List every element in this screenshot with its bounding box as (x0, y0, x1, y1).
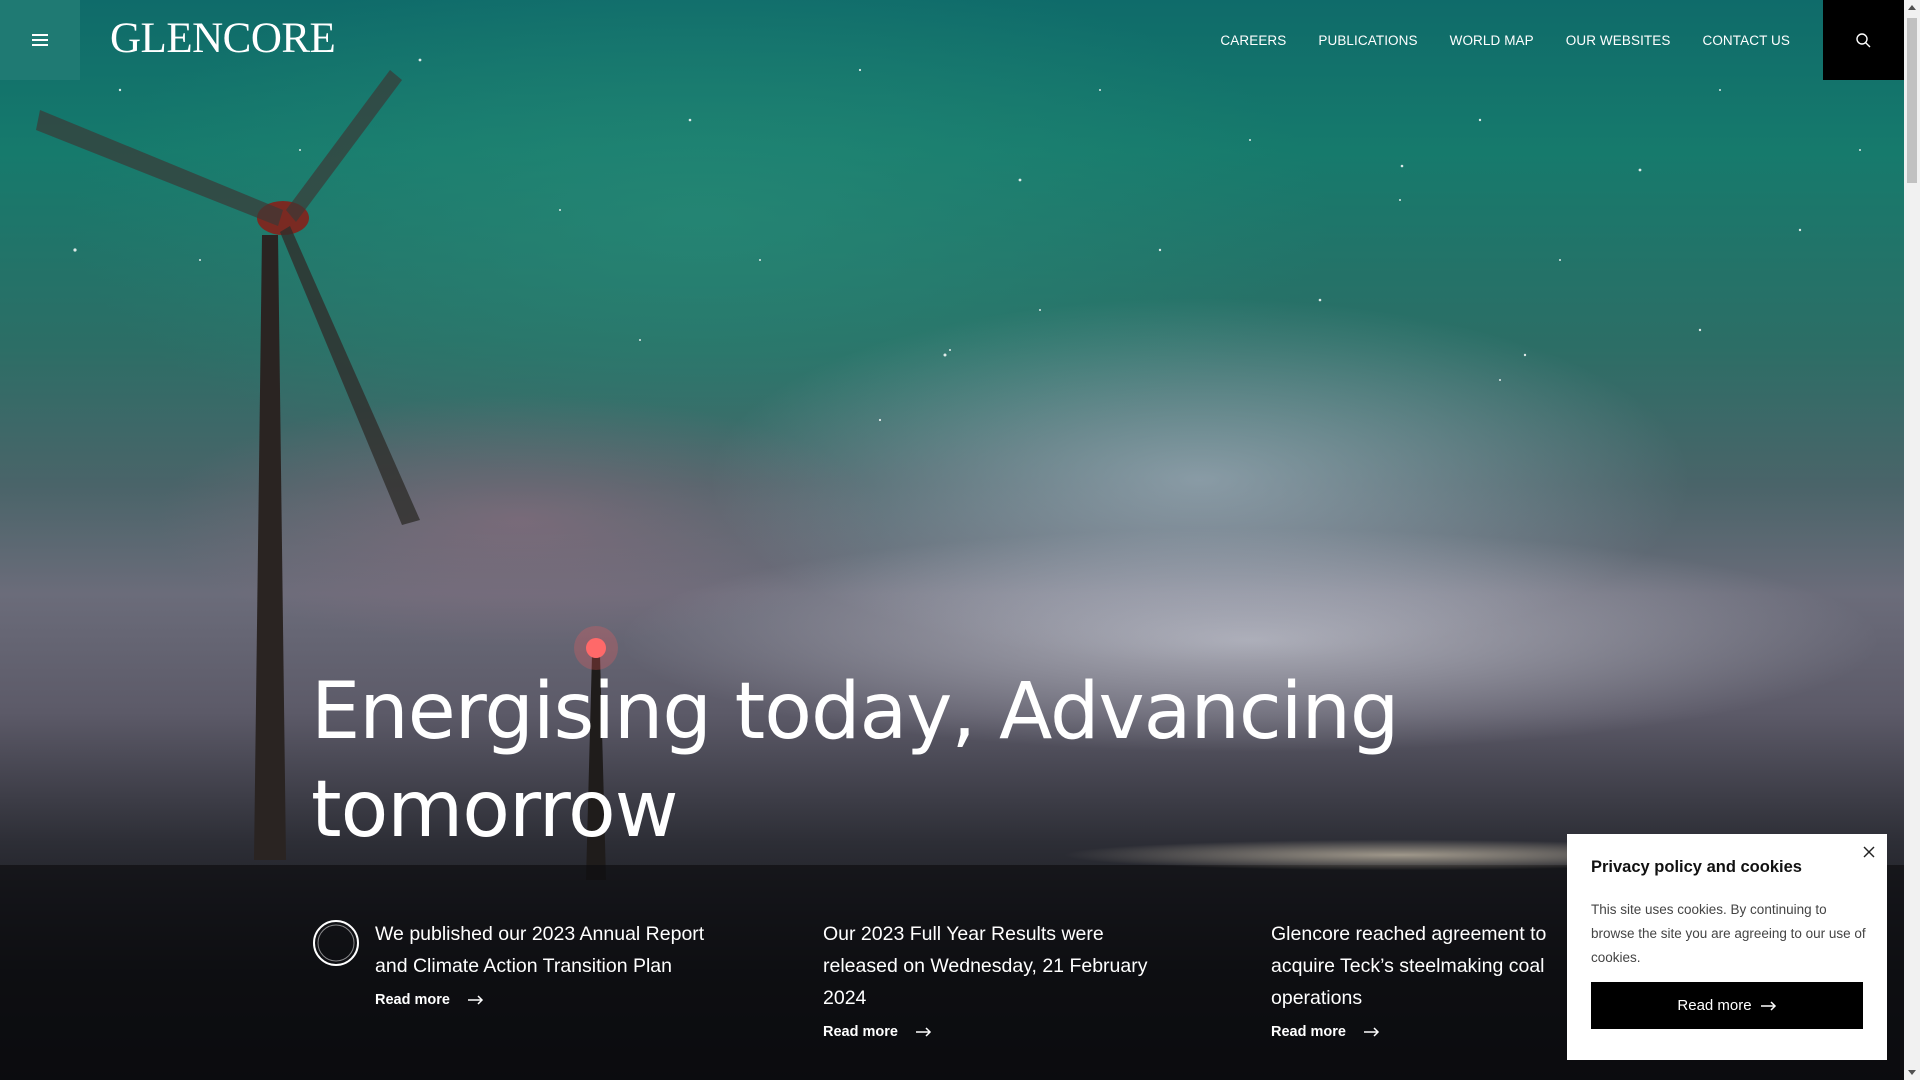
menu-button[interactable] (0, 0, 80, 80)
main-nav: CAREERS PUBLICATIONS WORLD MAP OUR WEBSI… (1188, 0, 1790, 80)
close-icon (1863, 846, 1875, 858)
news-item-3: Glencore reached agreement to acquire Te… (1271, 918, 1611, 1041)
scroll-up-arrow-icon[interactable] (1908, 5, 1916, 10)
headline-line-1: Energising today, Advancing (311, 667, 1399, 757)
carousel-progress-ring-icon (313, 920, 359, 966)
cookie-read-more-button[interactable]: Read more (1591, 982, 1863, 1029)
news-item-text: We published our 2023 Annual Report and … (375, 923, 705, 977)
cookie-body: This site uses cookies. By continuing to… (1591, 902, 1866, 965)
scrollbar-thumb[interactable] (1907, 18, 1917, 183)
nav-publications[interactable]: PUBLICATIONS (1318, 33, 1417, 48)
nav-careers[interactable]: CAREERS (1220, 33, 1286, 48)
arrow-right-icon (1760, 1000, 1776, 1011)
news-read-more-link[interactable]: Read more (375, 992, 484, 1008)
read-more-label: Read more (823, 1024, 898, 1040)
news-item-1: We published our 2023 Annual Report and … (375, 918, 715, 1009)
glencore-logo[interactable]: GLENCORE (110, 14, 336, 64)
headline-line-2: tomorrow (311, 765, 679, 855)
news-read-more-link[interactable]: Read more (823, 1024, 932, 1040)
news-item-2: Our 2023 Full Year Results were released… (823, 918, 1163, 1041)
cookie-consent-dialog: Privacy policy and cookies This site use… (1567, 834, 1887, 1060)
cookie-close-button[interactable] (1859, 842, 1879, 862)
news-item-text: Glencore reached agreement to acquire Te… (1271, 923, 1547, 1009)
nav-our-websites[interactable]: OUR WEBSITES (1566, 33, 1671, 48)
nav-contact-us[interactable]: CONTACT US (1702, 33, 1790, 48)
cookie-button-label: Read more (1677, 997, 1752, 1014)
cookie-title: Privacy policy and cookies (1591, 858, 1802, 876)
nav-world-map[interactable]: WORLD MAP (1450, 33, 1534, 48)
page-scrollbar[interactable] (1904, 0, 1920, 1080)
hamburger-icon (32, 34, 48, 46)
hero-headline: Energising today, Advancing tomorrow (311, 663, 1461, 859)
news-item-text: Our 2023 Full Year Results were released… (823, 923, 1148, 1009)
page: GLENCORE CAREERS PUBLICATIONS WORLD MAP … (0, 0, 1920, 1080)
arrow-right-icon (467, 995, 484, 1005)
read-more-label: Read more (375, 992, 450, 1008)
search-icon (1856, 32, 1871, 47)
arrow-right-icon (1363, 1027, 1380, 1037)
arrow-right-icon (915, 1027, 932, 1037)
read-more-label: Read more (1271, 1024, 1346, 1040)
news-read-more-link[interactable]: Read more (1271, 1024, 1380, 1040)
scroll-down-arrow-icon[interactable] (1908, 1070, 1916, 1075)
search-button[interactable] (1823, 0, 1904, 80)
